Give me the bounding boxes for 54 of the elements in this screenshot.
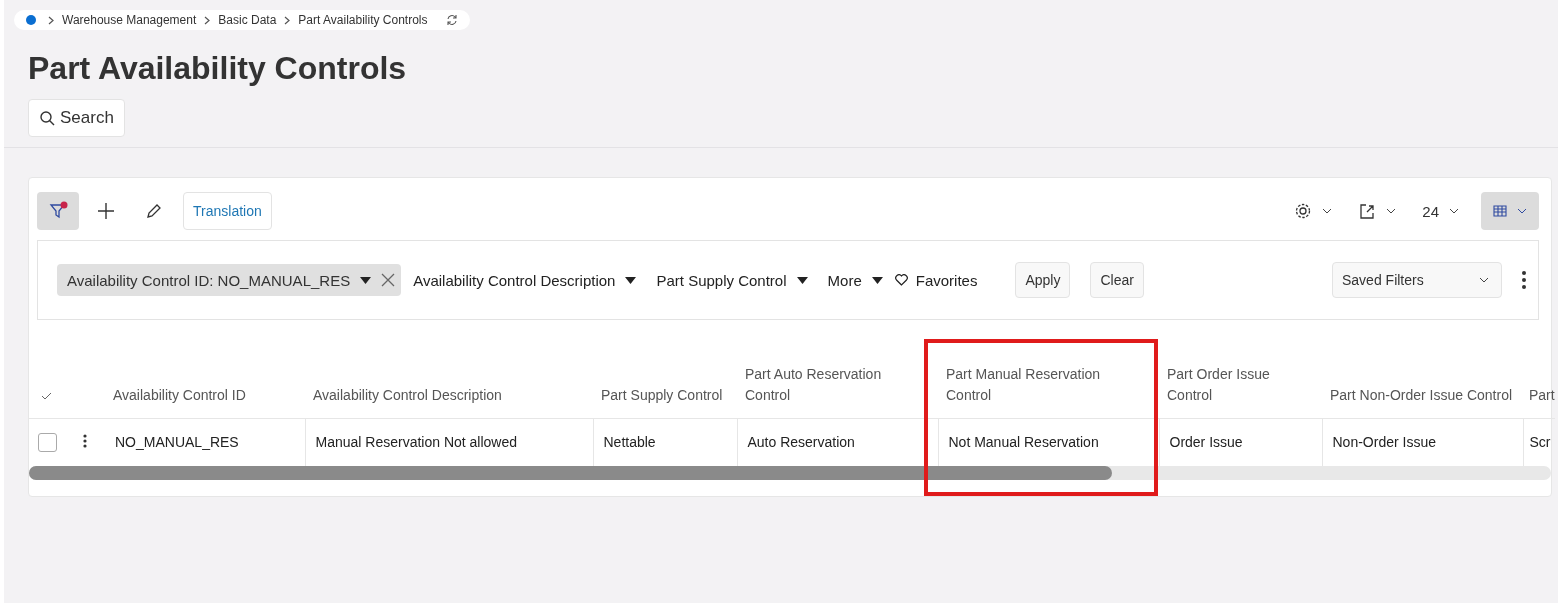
caret-icon: [796, 276, 808, 284]
filter-dropdown[interactable]: Availability Control Description: [413, 271, 637, 289]
filter-button[interactable]: [37, 192, 79, 230]
column-header[interactable]: Availability Control Description: [313, 384, 583, 406]
search-icon: [39, 110, 55, 126]
filter-dropdown[interactable]: More: [827, 271, 883, 289]
column-header[interactable]: Part Supply Control: [601, 384, 727, 406]
breadcrumb-link[interactable]: Basic Data: [218, 13, 277, 27]
column-header[interactable]: Availability Control ID: [113, 384, 295, 406]
chevron-down-icon: [1517, 208, 1527, 214]
search-button[interactable]: Search: [28, 99, 125, 137]
table-cell: Scr: [1523, 418, 1555, 466]
more-icon[interactable]: [1522, 271, 1526, 289]
filter-icon: [48, 201, 68, 221]
chevron-down-icon: [1479, 277, 1489, 283]
column-header[interactable]: Part: [1529, 384, 1555, 406]
filter-action-button[interactable]: Apply: [1015, 262, 1071, 298]
column-header[interactable]: Part Non-Order Issue Control: [1330, 384, 1513, 406]
page-title: Part Availability Controls: [28, 50, 408, 87]
plus-icon: [97, 202, 115, 220]
page-size-dropdown[interactable]: 24: [1412, 192, 1469, 230]
column-header[interactable]: Part Auto Reservation Control: [745, 363, 928, 406]
chevron-down-icon: [1386, 208, 1397, 214]
chevron-down-icon: [1322, 208, 1333, 214]
check-icon[interactable]: [41, 391, 52, 400]
chevron-icon: [48, 15, 54, 25]
settings-icon: [1294, 202, 1313, 220]
saved-filters-dropdown[interactable]: Saved Filters: [1332, 262, 1502, 298]
breadcrumb-link[interactable]: Warehouse Management: [62, 13, 197, 27]
scrollbar[interactable]: [29, 466, 1551, 480]
caret-icon: [625, 276, 637, 284]
export-icon: [1358, 202, 1377, 220]
translation-button[interactable]: Translation: [183, 192, 272, 230]
chevron-down-icon: [1449, 208, 1459, 214]
chevron-icon: [284, 15, 291, 25]
caret-icon: [360, 276, 372, 284]
filter-action-button[interactable]: Clear: [1090, 262, 1144, 298]
row-checkbox[interactable]: [38, 432, 57, 452]
heart-icon: [894, 274, 908, 286]
column-header[interactable]: Part Order Issue Control: [1167, 363, 1312, 406]
breadcrumb-link[interactable]: Part Availability Controls: [298, 13, 428, 27]
refresh-icon[interactable]: [445, 14, 458, 26]
column-header[interactable]: Part Manual Reservation Control: [946, 363, 1149, 406]
favorites-button[interactable]: Favorites: [894, 271, 978, 289]
close-icon[interactable]: [381, 273, 396, 287]
filter-chip[interactable]: Availability Control ID: NO_MANUAL_RES: [57, 264, 402, 296]
row-menu-icon[interactable]: [83, 433, 87, 448]
filter-dropdown[interactable]: Part Supply Control: [656, 271, 808, 289]
pencil-icon: [146, 203, 162, 219]
caret-icon: [871, 276, 883, 284]
scrollbar-thumb[interactable]: [29, 466, 1112, 480]
table-icon: [1493, 205, 1507, 217]
home-icon[interactable]: [26, 15, 36, 25]
chevron-icon: [204, 15, 211, 25]
